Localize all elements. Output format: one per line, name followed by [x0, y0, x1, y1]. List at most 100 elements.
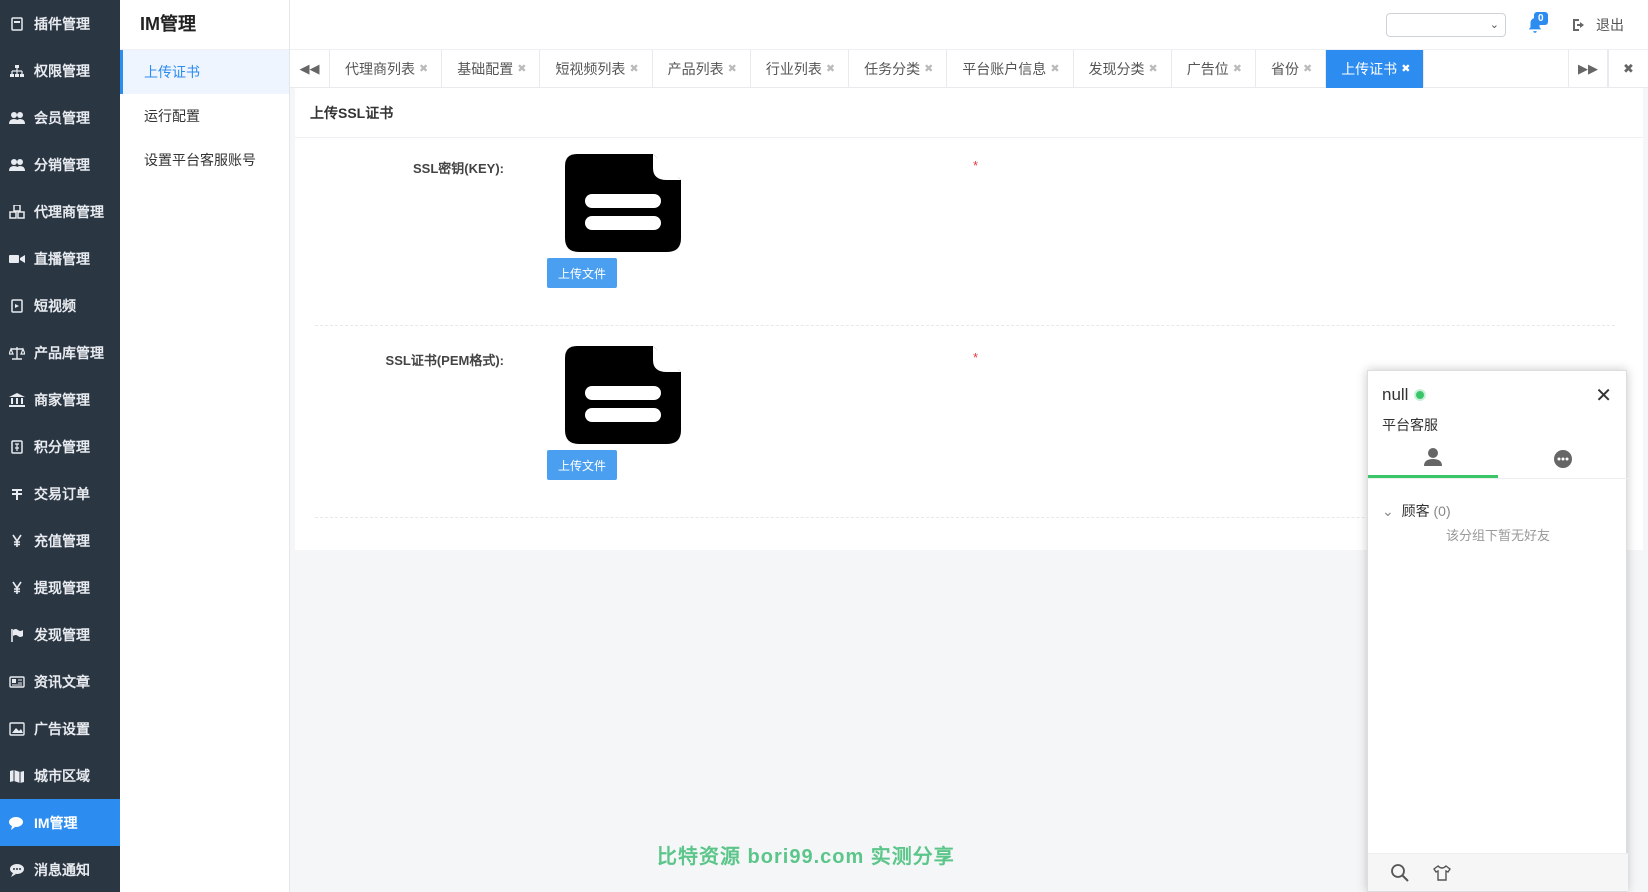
- im-chat-panel: null ✕ 平台客服 ⌄ 顾客 (0) 该分组下暂无好友: [1367, 370, 1628, 892]
- sidebar-item-label: 广告设置: [34, 720, 90, 737]
- tab-scroll-right-button[interactable]: ▶▶: [1568, 50, 1608, 88]
- tab-label: 广告位: [1186, 61, 1229, 77]
- tab-1[interactable]: 基础配置 ✖: [442, 50, 541, 88]
- im-group-count: (0): [1433, 503, 1451, 519]
- logout-button[interactable]: 退出: [1572, 14, 1624, 36]
- top-select[interactable]: ⌄: [1386, 13, 1506, 37]
- ssl-cert-label: SSL证书(PEM格式):: [385, 353, 504, 368]
- tab-6[interactable]: 平台账户信息 ✖: [947, 50, 1074, 88]
- sidebar-item-6[interactable]: 短视频: [0, 282, 120, 329]
- chat-bubble-icon: [1554, 449, 1572, 468]
- tab-10[interactable]: 上传证书 ✖: [1326, 50, 1425, 88]
- tab-7[interactable]: 发现分类 ✖: [1074, 50, 1172, 88]
- chevron-down-icon: ⌄: [1489, 19, 1499, 31]
- close-all-tabs-button[interactable]: ✖: [1608, 50, 1648, 88]
- close-icon[interactable]: ✖: [419, 50, 428, 88]
- sidebar-item-label: 城市区域: [34, 767, 90, 784]
- im-group-customers[interactable]: ⌄ 顾客 (0): [1382, 501, 1451, 521]
- close-icon[interactable]: ✖: [1050, 50, 1059, 88]
- sidebar-item-12[interactable]: 提现管理: [0, 564, 120, 611]
- plugin-icon: [9, 16, 25, 32]
- ssl-key-label: SSL密钥(KEY):: [412, 161, 504, 176]
- tab-4[interactable]: 行业列表 ✖: [751, 50, 850, 88]
- sidebar-item-18[interactable]: 消息通知: [0, 846, 120, 892]
- tab-3[interactable]: 产品列表 ✖: [653, 50, 751, 88]
- sidebar-item-label: 直播管理: [34, 250, 90, 267]
- subnav-item-service-account[interactable]: 设置平台客服账号: [120, 138, 289, 182]
- tab-label: 上传证书: [1341, 61, 1398, 77]
- sidebar-item-16[interactable]: 城市区域: [0, 752, 120, 799]
- user-icon: [1424, 448, 1442, 466]
- tab-5[interactable]: 任务分类 ✖: [849, 50, 948, 88]
- tab-2[interactable]: 短视频列表 ✖: [540, 50, 653, 88]
- file-icon: [565, 154, 681, 252]
- sidebar-item-9[interactable]: 积分管理: [0, 423, 120, 470]
- tab-label: 产品列表: [667, 61, 724, 77]
- im-user-name: null: [1382, 385, 1427, 405]
- sidebar-item-8[interactable]: 商家管理: [0, 376, 120, 423]
- chevron-down-icon: ⌄: [1382, 503, 1394, 519]
- subnav-title: IM管理: [120, 0, 289, 50]
- upload-key-button[interactable]: 上传文件: [547, 258, 617, 288]
- im-user-name-text: null: [1382, 385, 1409, 404]
- close-icon[interactable]: ✖: [517, 50, 526, 88]
- close-icon[interactable]: ✖: [1303, 50, 1312, 88]
- cubes-icon: [9, 204, 25, 220]
- close-icon[interactable]: ✖: [1149, 50, 1158, 88]
- tab-9[interactable]: 省份 ✖: [1256, 50, 1327, 88]
- im-tab-chats[interactable]: [1498, 439, 1628, 478]
- sidebar-item-1[interactable]: 权限管理: [0, 47, 120, 94]
- forward-icon: ▶▶: [1578, 61, 1598, 76]
- sidebar-item-3[interactable]: 分销管理: [0, 141, 120, 188]
- close-icon[interactable]: ✖: [1401, 50, 1410, 88]
- subnav-item-upload-cert[interactable]: 上传证书: [120, 50, 289, 94]
- sidebar-item-2[interactable]: 会员管理: [0, 94, 120, 141]
- watermark: 比特资源 bori99.com 实测分享: [657, 846, 955, 868]
- sidebar-item-7[interactable]: 产品库管理: [0, 329, 120, 376]
- sidebar-item-4[interactable]: 代理商管理: [0, 188, 120, 235]
- sidebar-item-label: 短视频: [34, 297, 76, 314]
- tab-bar: ◀◀ 代理商列表 ✖ 基础配置 ✖ 短视频列表 ✖ 产品列表 ✖ 行业列表 ✖ 任务分类 ✖ 平台账户信…: [290, 50, 1648, 88]
- tab-label: 平台账户信息: [962, 61, 1047, 77]
- yen-order-icon: [9, 486, 25, 502]
- logout-label: 退出: [1596, 17, 1624, 33]
- upload-cert-button[interactable]: 上传文件: [547, 450, 617, 480]
- close-icon[interactable]: ✖: [1233, 50, 1242, 88]
- tab-8[interactable]: 广告位 ✖: [1172, 50, 1256, 88]
- sidebar-item-13[interactable]: 发现管理: [0, 611, 120, 658]
- close-icon[interactable]: ✖: [629, 50, 638, 88]
- users-icon: [9, 157, 25, 173]
- sidebar-item-11[interactable]: 充值管理: [0, 517, 120, 564]
- sidebar-item-label: 权限管理: [34, 62, 90, 79]
- close-icon[interactable]: ✖: [924, 50, 933, 88]
- tab-0[interactable]: 代理商列表 ✖: [330, 50, 443, 88]
- sidebar-item-14[interactable]: 资讯文章: [0, 658, 120, 705]
- sidebar-item-label: 提现管理: [34, 579, 90, 596]
- skin-shirt-icon[interactable]: [1432, 863, 1452, 883]
- im-close-button[interactable]: ✕: [1595, 383, 1612, 408]
- search-icon[interactable]: [1390, 863, 1410, 883]
- map-icon: [9, 768, 25, 784]
- subnav-item-runtime-config[interactable]: 运行配置: [120, 94, 289, 138]
- sidebar-item-15[interactable]: 广告设置: [0, 705, 120, 752]
- notification-button[interactable]: 0: [1526, 12, 1548, 36]
- sidebar-item-0[interactable]: 插件管理: [0, 0, 120, 47]
- sidebar-item-10[interactable]: 交易订单: [0, 470, 120, 517]
- sidebar-item-label: 产品库管理: [34, 344, 104, 361]
- sidebar-item-17[interactable]: IM管理: [0, 799, 120, 846]
- required-mark: *: [973, 158, 979, 173]
- backward-icon: ◀◀: [299, 61, 320, 76]
- close-icon[interactable]: ✖: [728, 50, 737, 88]
- sidebar-item-label: 分销管理: [34, 156, 90, 173]
- sidebar-item-5[interactable]: 直播管理: [0, 235, 120, 282]
- video-file-icon: [9, 298, 25, 314]
- yen-icon: [9, 533, 25, 549]
- im-tab-friends[interactable]: [1368, 439, 1498, 478]
- tab-label: 任务分类: [864, 61, 921, 77]
- close-icon: ✕: [1595, 385, 1612, 407]
- notification-badge: 0: [1534, 12, 1548, 25]
- sidebar-item-label: 充值管理: [34, 532, 90, 549]
- tab-scroll-left-button[interactable]: ◀◀: [290, 50, 330, 88]
- close-icon[interactable]: ✖: [826, 50, 835, 88]
- sidebar-item-label: 交易订单: [34, 485, 90, 502]
